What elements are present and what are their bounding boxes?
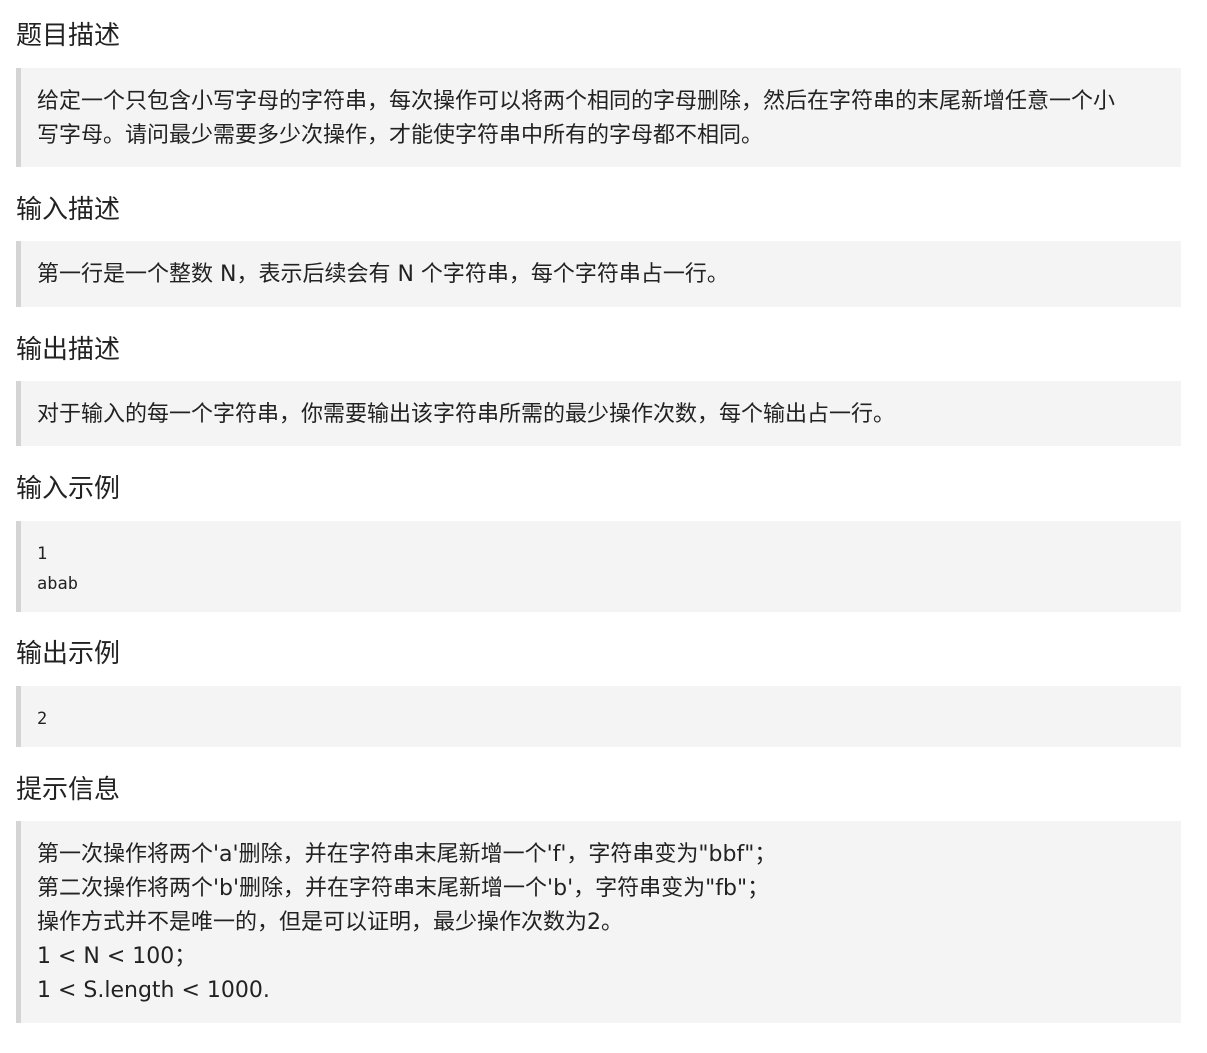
input-description-heading: 输入描述: [16, 195, 121, 225]
description-line: 写字母。请问最少需要多少次操作，才能使字符串中所有的字母都不相同。: [37, 123, 764, 148]
output-example-line: 2: [37, 709, 48, 729]
hint-line: 1 < N < 100；: [37, 944, 197, 969]
hints-block: 第一次操作将两个'a'删除，并在字符串末尾新增一个'f'，字符串变为"bbf"；…: [16, 821, 1181, 1023]
output-example-heading: 输出示例: [16, 639, 121, 669]
hints-text: 第一次操作将两个'a'删除，并在字符串末尾新增一个'f'，字符串变为"bbf"；…: [21, 821, 1181, 1008]
input-example-line: 1: [37, 544, 48, 564]
input-description-line: 第一行是一个整数 N，表示后续会有 N 个字符串，每个字符串占一行。: [37, 262, 729, 287]
hint-line: 第一次操作将两个'a'删除，并在字符串末尾新增一个'f'，字符串变为"bbf"；: [37, 842, 777, 867]
output-example-block: 2: [16, 686, 1181, 747]
input-example-code: 1 abab: [21, 521, 1181, 599]
input-example-line: abab: [37, 574, 78, 594]
output-description-block: 对于输入的每一个字符串，你需要输出该字符串所需的最少操作次数，每个输出占一行。: [16, 381, 1181, 446]
input-description-text: 第一行是一个整数 N，表示后续会有 N 个字符串，每个字符串占一行。: [21, 241, 1181, 292]
output-description-line: 对于输入的每一个字符串，你需要输出该字符串所需的最少操作次数，每个输出占一行。: [37, 402, 896, 427]
description-text: 给定一个只包含小写字母的字符串，每次操作可以将两个相同的字母删除，然后在字符串的…: [21, 68, 1181, 153]
hints-heading: 提示信息: [16, 775, 121, 805]
input-example-heading: 输入示例: [16, 474, 121, 504]
output-description-heading: 输出描述: [16, 335, 121, 365]
hint-line: 1 < S.length < 1000.: [37, 978, 270, 1003]
output-example-code: 2: [21, 686, 1181, 734]
hint-line: 操作方式并不是唯一的，但是可以证明，最少操作次数为2。: [37, 910, 623, 935]
input-description-block: 第一行是一个整数 N，表示后续会有 N 个字符串，每个字符串占一行。: [16, 241, 1181, 307]
description-line: 给定一个只包含小写字母的字符串，每次操作可以将两个相同的字母删除，然后在字符串的…: [37, 89, 1116, 114]
output-description-text: 对于输入的每一个字符串，你需要输出该字符串所需的最少操作次数，每个输出占一行。: [21, 381, 1181, 432]
hint-line: 第二次操作将两个'b'删除，并在字符串末尾新增一个'b'，字符串变为"fb"；: [37, 876, 770, 901]
description-block: 给定一个只包含小写字母的字符串，每次操作可以将两个相同的字母删除，然后在字符串的…: [16, 68, 1181, 167]
input-example-block: 1 abab: [16, 521, 1181, 612]
description-heading: 题目描述: [16, 21, 121, 51]
problem-page: 题目描述 给定一个只包含小写字母的字符串，每次操作可以将两个相同的字母删除，然后…: [0, 0, 1207, 1053]
